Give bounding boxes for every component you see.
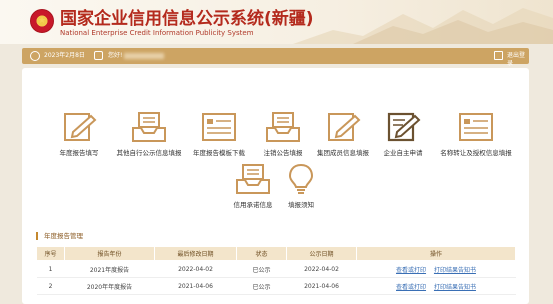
top-bar: 2023年2月8日 您好! 退出登录: [22, 48, 529, 67]
print-notice-link[interactable]: 打印结果告知书: [434, 284, 476, 291]
table-row: 2 2020年年度报告 2021-04-06 已公示 2021-04-06 查看…: [36, 277, 516, 295]
clock-icon: [30, 51, 40, 61]
current-date: 2023年2月8日: [44, 52, 85, 59]
tile-label: 年度报告模板下载: [193, 149, 245, 157]
tile-other-publicity[interactable]: 其他自行公示信息填报: [114, 110, 184, 157]
username-redacted: [124, 53, 164, 59]
site-subtitle: National Enterprise Credit Information P…: [60, 29, 254, 37]
template-form-icon: [202, 113, 236, 141]
pen-edit-icon: [328, 113, 361, 141]
logout-button[interactable]: 退出登录: [507, 52, 529, 68]
tile-annual-report-fill[interactable]: 年度报告填写: [44, 110, 114, 157]
cell-year: 2021年度报告: [64, 260, 155, 278]
pen-edit-icon: [64, 113, 97, 141]
greeting: 您好!: [108, 52, 123, 59]
logout-icon[interactable]: [494, 51, 503, 60]
inbox-tray-icon: [132, 112, 166, 142]
column-header: 最后修改日期: [154, 246, 237, 261]
national-emblem-icon: ★: [30, 9, 54, 33]
tile-label: 名称转让及授权信息填报: [440, 149, 512, 157]
mountain-decoration-icon: [293, 8, 553, 44]
table-row: 1 2021年度报告 2022-04-02 已公示 2022-04-02 查看或…: [36, 260, 516, 278]
cell-year: 2020年年度报告: [64, 277, 155, 295]
tile-self-application[interactable]: 企业自主申请: [368, 110, 438, 157]
column-header: 序号: [36, 246, 65, 261]
cell-pubdate: 2021-04-06: [286, 277, 357, 295]
cell-no: 2: [36, 277, 65, 295]
column-header: 状态: [236, 246, 287, 261]
tile-label: 填报须知: [288, 201, 314, 209]
cell-modified: 2022-04-02: [154, 260, 237, 278]
view-print-link[interactable]: 查看或打印: [396, 267, 426, 274]
print-notice-link[interactable]: 打印结果告知书: [434, 267, 476, 274]
cell-actions: 查看或打印 打印结果告知书: [356, 277, 516, 295]
main-card: 年度报告填写 其他自行公示信息填报 年度报告模板下载 注销公告填报 集团成员信息…: [22, 68, 529, 304]
lightbulb-icon: [288, 163, 314, 194]
annual-report-table: 序号 报告年份 最后修改日期 状态 公示日期 操作 1 2021年度报告 202…: [36, 246, 516, 295]
header: ★ 国家企业信用信息公示系统(新疆) National Enterprise C…: [0, 0, 553, 44]
cell-no: 1: [36, 260, 65, 278]
section-title: 年度报告管理: [36, 232, 83, 240]
tile-label: 企业自主申请: [383, 149, 423, 157]
cell-actions: 查看或打印 打印结果告知书: [356, 260, 516, 278]
cell-modified: 2021-04-06: [154, 277, 237, 295]
tile-label: 其他自行公示信息填报: [116, 149, 182, 157]
pen-edit-dark-icon: [387, 112, 421, 142]
site-title: 国家企业信用信息公示系统(新疆): [60, 9, 314, 29]
cell-status: 已公示: [236, 277, 287, 295]
table-header-row: 序号 报告年份 最后修改日期 状态 公示日期 操作: [36, 246, 516, 261]
template-form-icon: [459, 113, 493, 141]
cell-pubdate: 2022-04-02: [286, 260, 357, 278]
tile-name-transfer[interactable]: 名称转让及授权信息填报: [434, 110, 518, 157]
column-header: 操作: [356, 246, 516, 261]
column-header: 公示日期: [286, 246, 357, 261]
tile-filing-notes[interactable]: 填报须知: [266, 162, 336, 209]
tile-template-download[interactable]: 年度报告模板下载: [184, 110, 254, 157]
column-header: 报告年份: [64, 246, 155, 261]
view-print-link[interactable]: 查看或打印: [396, 284, 426, 291]
cell-status: 已公示: [236, 260, 287, 278]
inbox-tray-icon: [266, 112, 300, 142]
user-icon: [94, 51, 103, 60]
tile-label: 年度报告填写: [59, 149, 99, 157]
